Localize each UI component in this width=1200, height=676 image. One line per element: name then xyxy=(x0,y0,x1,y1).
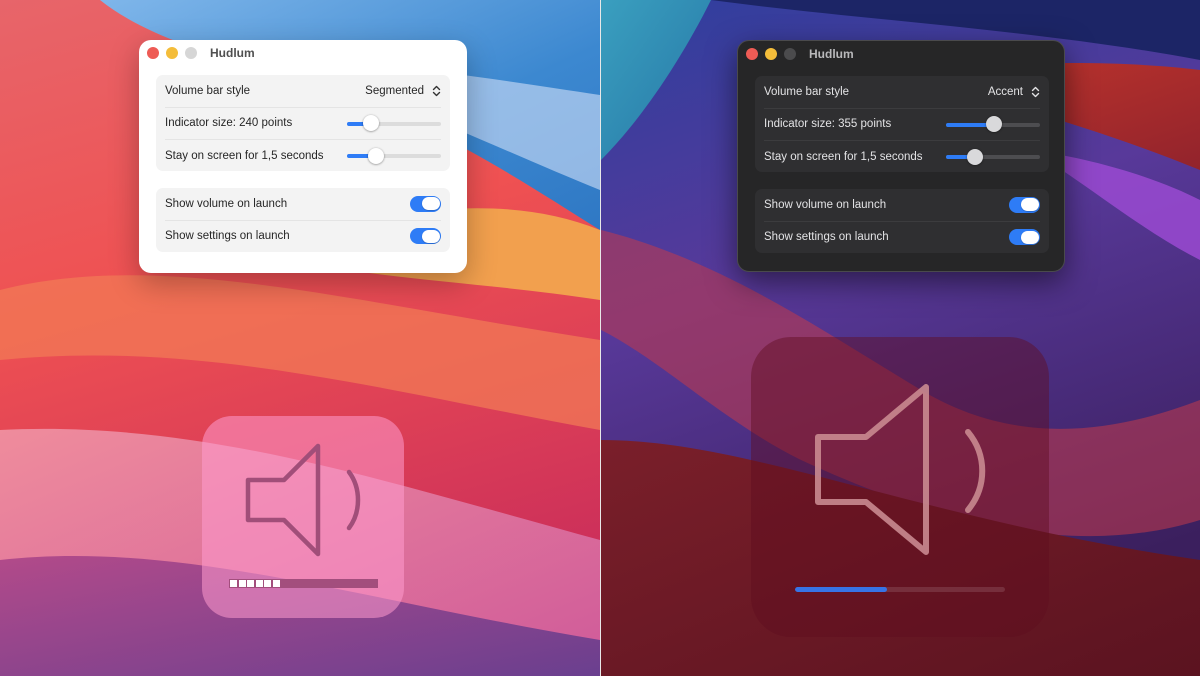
volume-bar-style-row: Volume bar style Segmented xyxy=(165,75,441,107)
show-volume-label: Show volume on launch xyxy=(764,198,887,211)
light-mode-pane: Hudlum Volume bar style Segmented Indica… xyxy=(0,0,600,676)
toggle-knob xyxy=(421,229,440,243)
volume-segment xyxy=(247,580,254,587)
volume-segment xyxy=(255,580,263,587)
slider-knob[interactable] xyxy=(368,147,385,164)
indicator-size-label: Indicator size: 240 points xyxy=(165,117,293,130)
chevron-updown-icon xyxy=(1031,86,1040,97)
volume-segment xyxy=(238,580,246,587)
show-settings-row: Show settings on launch xyxy=(165,219,441,253)
show-volume-toggle[interactable] xyxy=(410,195,441,212)
chevron-updown-icon xyxy=(432,85,441,96)
zoom-button[interactable] xyxy=(784,48,796,60)
volume-segment xyxy=(264,580,271,587)
volume-hud xyxy=(202,416,404,618)
show-settings-label: Show settings on launch xyxy=(764,231,889,244)
appearance-group: Volume bar style Accent Indicator size: … xyxy=(755,76,1049,172)
show-volume-row: Show volume on launch xyxy=(165,188,441,220)
window-title: Hudlum xyxy=(210,46,255,60)
slider-knob[interactable] xyxy=(985,116,1002,133)
indicator-size-slider[interactable] xyxy=(347,115,441,132)
stay-on-screen-slider[interactable] xyxy=(347,147,441,164)
indicator-size-row: Indicator size: 355 points xyxy=(764,107,1040,141)
volume-segment-bar xyxy=(229,579,378,588)
toggle-knob xyxy=(1020,230,1039,244)
volume-bar-style-label: Volume bar style xyxy=(165,84,251,97)
stay-on-screen-row: Stay on screen for 1,5 seconds xyxy=(764,140,1040,173)
window-controls xyxy=(746,48,796,60)
stay-on-screen-label: Stay on screen for 1,5 seconds xyxy=(165,149,324,162)
volume-hud xyxy=(751,337,1049,637)
appearance-group: Volume bar style Segmented Indicator siz… xyxy=(156,75,450,171)
launch-group: Show volume on launch Show settings on l… xyxy=(156,188,450,252)
show-volume-row: Show volume on launch xyxy=(764,189,1040,221)
stay-on-screen-slider[interactable] xyxy=(946,148,1040,165)
indicator-size-slider[interactable] xyxy=(946,116,1040,133)
volume-bar-style-row: Volume bar style Accent xyxy=(764,76,1040,108)
minimize-button[interactable] xyxy=(765,48,777,60)
show-settings-label: Show settings on launch xyxy=(165,230,290,243)
show-volume-toggle[interactable] xyxy=(1009,196,1040,213)
volume-bar-style-popup[interactable]: Accent xyxy=(988,86,1040,98)
window-title: Hudlum xyxy=(809,47,854,61)
volume-segment xyxy=(290,580,297,587)
speaker-icon xyxy=(815,384,986,555)
volume-bar-style-value: Segmented xyxy=(365,84,424,97)
volume-accent-fill xyxy=(795,587,888,592)
close-button[interactable] xyxy=(147,47,159,59)
close-button[interactable] xyxy=(746,48,758,60)
launch-group: Show volume on launch Show settings on l… xyxy=(755,189,1049,253)
volume-segment xyxy=(230,580,237,587)
show-settings-toggle[interactable] xyxy=(1009,229,1040,246)
slider-knob[interactable] xyxy=(967,148,984,165)
indicator-size-row: Indicator size: 240 points xyxy=(165,106,441,140)
toggle-knob xyxy=(1020,198,1039,212)
stay-on-screen-label: Stay on screen for 1,5 seconds xyxy=(764,150,923,163)
show-settings-toggle[interactable] xyxy=(410,228,441,245)
volume-segment xyxy=(272,580,280,587)
stay-on-screen-row: Stay on screen for 1,5 seconds xyxy=(165,139,441,172)
volume-bar-style-popup[interactable]: Segmented xyxy=(365,85,441,97)
volume-bar-style-value: Accent xyxy=(987,85,1023,98)
minimize-button[interactable] xyxy=(166,47,178,59)
volume-bar-style-label: Volume bar style xyxy=(764,85,850,98)
zoom-button[interactable] xyxy=(185,47,197,59)
indicator-size-label: Indicator size: 355 points xyxy=(764,118,892,131)
show-settings-row: Show settings on launch xyxy=(764,220,1040,254)
toggle-knob xyxy=(421,197,440,211)
settings-window: Hudlum Volume bar style Accent Indicator… xyxy=(737,40,1065,272)
volume-accent-bar xyxy=(795,587,1005,592)
settings-window: Hudlum Volume bar style Segmented Indica… xyxy=(139,40,467,273)
window-controls xyxy=(147,47,197,59)
dark-mode-pane: Hudlum Volume bar style Accent Indicator… xyxy=(601,0,1200,676)
show-volume-label: Show volume on launch xyxy=(165,197,288,210)
volume-segment xyxy=(281,580,288,587)
slider-knob[interactable] xyxy=(362,115,379,132)
